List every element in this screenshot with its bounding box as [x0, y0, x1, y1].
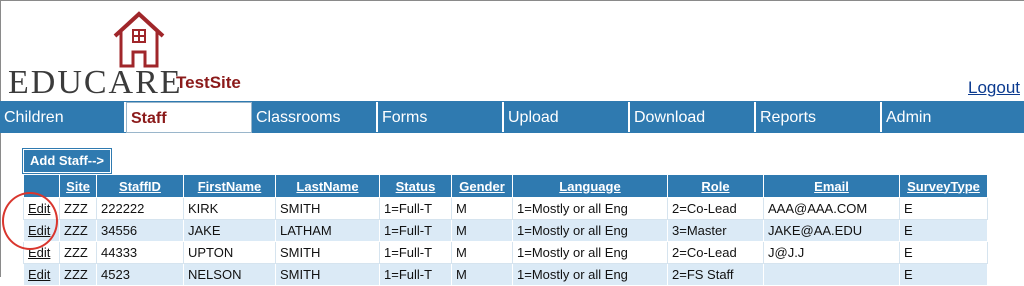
column-header-role[interactable]: Role [667, 174, 764, 198]
surveytype-cell: E [899, 197, 988, 220]
edit-cell: Edit [23, 241, 60, 264]
lastname-cell: SMITH [275, 263, 380, 286]
nav-tab-upload[interactable]: Upload [504, 102, 630, 132]
staff-table-container: Site StaffID FirstName LastName Status G… [23, 174, 988, 286]
nav-tab-download[interactable]: Download [630, 102, 756, 132]
nav-tab-reports[interactable]: Reports [756, 102, 882, 132]
gender-cell: M [451, 197, 513, 220]
firstname-cell: UPTON [183, 241, 276, 264]
add-staff-button[interactable]: Add Staff--> [21, 148, 113, 174]
firstname-cell: KIRK [183, 197, 276, 220]
edit-cell: Edit [23, 219, 60, 242]
column-header-surveytype[interactable]: SurveyType [899, 174, 988, 198]
column-header-gender[interactable]: Gender [451, 174, 513, 198]
table-row: Edit ZZZ 222222 KIRK SMITH 1=Full-T M 1=… [23, 197, 988, 220]
status-cell: 1=Full-T [379, 197, 452, 220]
gender-cell: M [451, 241, 513, 264]
language-cell: 1=Mostly or all Eng [512, 241, 668, 264]
column-header-site[interactable]: Site [59, 174, 97, 198]
surveytype-cell: E [899, 219, 988, 242]
table-header-row: Site StaffID FirstName LastName Status G… [23, 174, 988, 198]
email-cell: AAA@AAA.COM [763, 197, 900, 220]
edit-cell: Edit [23, 197, 60, 220]
surveytype-cell: E [899, 241, 988, 264]
site-cell: ZZZ [59, 241, 97, 264]
edit-link[interactable]: Edit [28, 223, 50, 238]
language-cell: 1=Mostly or all Eng [512, 263, 668, 286]
gender-cell: M [451, 263, 513, 286]
nav-tab-staff[interactable]: Staff [126, 102, 252, 133]
staffid-cell: 34556 [96, 219, 184, 242]
column-header-firstname[interactable]: FirstName [183, 174, 276, 198]
status-cell: 1=Full-T [379, 219, 452, 242]
language-cell: 1=Mostly or all Eng [512, 219, 668, 242]
nav-tab-forms[interactable]: Forms [378, 102, 504, 132]
staff-table: Site StaffID FirstName LastName Status G… [23, 174, 988, 286]
email-cell: JAKE@AA.EDU [763, 219, 900, 242]
column-header-status[interactable]: Status [379, 174, 452, 198]
firstname-cell: NELSON [183, 263, 276, 286]
language-cell: 1=Mostly or all Eng [512, 197, 668, 220]
staffid-cell: 4523 [96, 263, 184, 286]
firstname-cell: JAKE [183, 219, 276, 242]
column-header-email[interactable]: Email [763, 174, 900, 198]
role-cell: 2=Co-Lead [667, 241, 764, 264]
edit-link[interactable]: Edit [28, 267, 50, 282]
top-border [0, 0, 1024, 1]
site-name: TestSite [176, 73, 241, 92]
site-cell: ZZZ [59, 263, 97, 286]
lastname-cell: LATHAM [275, 219, 380, 242]
logo-text: EDUCARE [8, 64, 183, 101]
table-row: Edit ZZZ 4523 NELSON SMITH 1=Full-T M 1=… [23, 263, 988, 286]
email-cell: J@J.J [763, 241, 900, 264]
staffid-cell: 222222 [96, 197, 184, 220]
column-header-language[interactable]: Language [512, 174, 668, 198]
edit-cell: Edit [23, 263, 60, 286]
status-cell: 1=Full-T [379, 263, 452, 286]
table-row: Edit ZZZ 44333 UPTON SMITH 1=Full-T M 1=… [23, 241, 988, 264]
role-cell: 3=Master [667, 219, 764, 242]
edit-link[interactable]: Edit [28, 245, 50, 260]
table-row: Edit ZZZ 34556 JAKE LATHAM 1=Full-T M 1=… [23, 219, 988, 242]
role-cell: 2=Co-Lead [667, 197, 764, 220]
nav-tab-classrooms[interactable]: Classrooms [252, 102, 378, 132]
nav-tab-admin[interactable]: Admin [882, 102, 1022, 132]
gender-cell: M [451, 219, 513, 242]
lastname-cell: SMITH [275, 197, 380, 220]
staffid-cell: 44333 [96, 241, 184, 264]
site-cell: ZZZ [59, 219, 97, 242]
logout-link[interactable]: Logout [968, 78, 1020, 98]
nav-tab-children[interactable]: Children [0, 102, 126, 132]
schoolhouse-icon [113, 11, 165, 68]
left-border [0, 0, 1, 277]
column-header-edit [23, 174, 60, 198]
status-cell: 1=Full-T [379, 241, 452, 264]
site-cell: ZZZ [59, 197, 97, 220]
role-cell: 2=FS Staff [667, 263, 764, 286]
column-header-lastname[interactable]: LastName [275, 174, 380, 198]
surveytype-cell: E [899, 263, 988, 286]
column-header-staffid[interactable]: StaffID [96, 174, 184, 198]
email-cell [763, 263, 900, 286]
main-nav: Children Staff Classrooms Forms Upload D… [0, 101, 1024, 133]
lastname-cell: SMITH [275, 241, 380, 264]
edit-link[interactable]: Edit [28, 201, 50, 216]
